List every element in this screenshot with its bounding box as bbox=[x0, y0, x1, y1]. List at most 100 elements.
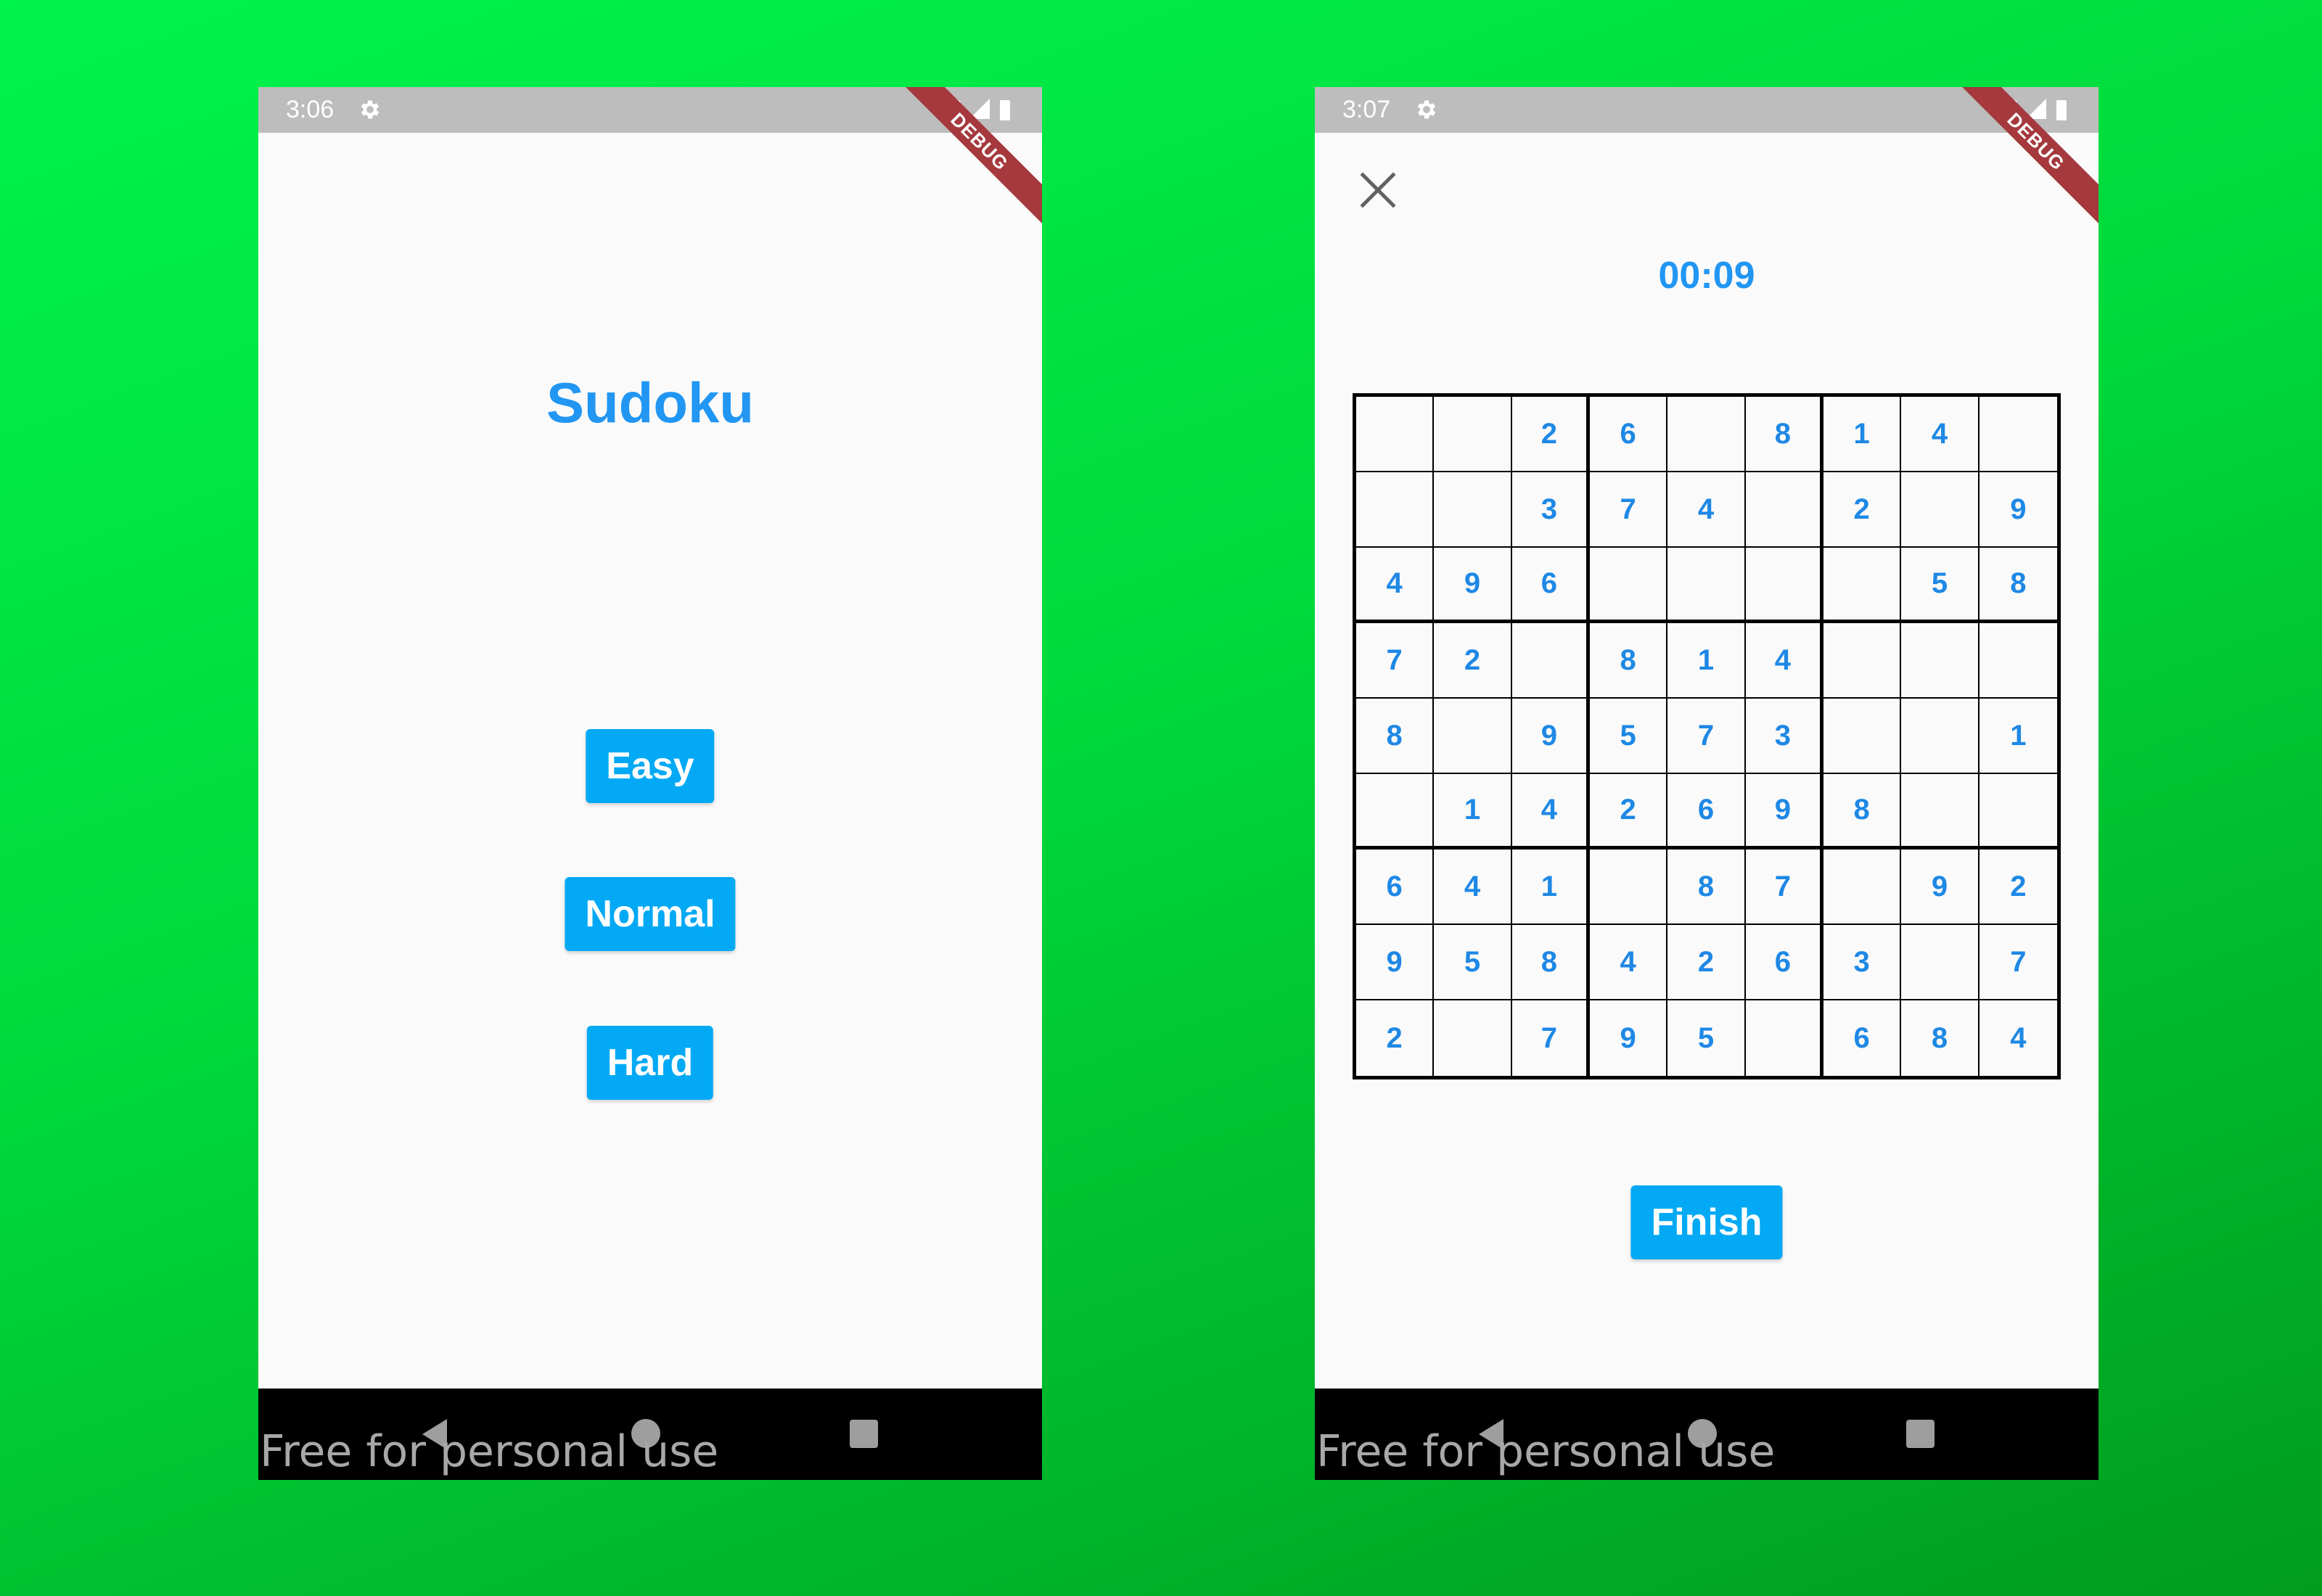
sudoku-cell[interactable] bbox=[1901, 472, 1980, 548]
sudoku-cell[interactable]: 9 bbox=[1511, 699, 1590, 774]
sudoku-cell[interactable]: 7 bbox=[1667, 699, 1746, 774]
sudoku-cell[interactable]: 9 bbox=[1356, 925, 1435, 1000]
sudoku-cell[interactable]: 1 bbox=[1511, 850, 1590, 925]
sudoku-cell[interactable] bbox=[1356, 472, 1435, 548]
sudoku-cell[interactable]: 7 bbox=[1356, 623, 1435, 699]
sudoku-cell[interactable] bbox=[1434, 472, 1512, 548]
sudoku-cell[interactable]: 6 bbox=[1356, 850, 1435, 925]
sudoku-cell[interactable] bbox=[1590, 850, 1668, 925]
sudoku-cell[interactable]: 4 bbox=[1434, 850, 1512, 925]
sudoku-cell[interactable] bbox=[1667, 548, 1746, 623]
sudoku-cell[interactable]: 3 bbox=[1823, 925, 1902, 1000]
sudoku-cell[interactable] bbox=[1746, 1000, 1823, 1076]
sudoku-cell[interactable]: 6 bbox=[1511, 548, 1590, 623]
navigation-bar: Free for personal use bbox=[258, 1389, 1042, 1480]
sudoku-cell[interactable] bbox=[1823, 548, 1902, 623]
sudoku-cell[interactable] bbox=[1823, 623, 1902, 699]
sudoku-cell[interactable]: 4 bbox=[1667, 472, 1746, 548]
sudoku-cell[interactable] bbox=[1901, 774, 1980, 850]
sudoku-cell[interactable]: 4 bbox=[1980, 1000, 2057, 1076]
close-icon[interactable] bbox=[1358, 170, 1398, 210]
sudoku-cell[interactable]: 6 bbox=[1667, 774, 1746, 850]
sudoku-cell[interactable]: 4 bbox=[1511, 774, 1590, 850]
sudoku-cell[interactable]: 6 bbox=[1590, 397, 1668, 472]
sudoku-cell[interactable]: 8 bbox=[1979, 548, 2057, 623]
sudoku-cell[interactable]: 2 bbox=[1667, 925, 1746, 1000]
sudoku-cell[interactable]: 8 bbox=[1901, 1000, 1980, 1076]
sudoku-cell[interactable] bbox=[1434, 699, 1512, 774]
sudoku-cell[interactable]: 8 bbox=[1823, 774, 1902, 850]
sudoku-cell[interactable]: 9 bbox=[1434, 548, 1512, 623]
sudoku-cell[interactable] bbox=[1356, 774, 1435, 850]
sudoku-cell[interactable] bbox=[1823, 850, 1902, 925]
sudoku-cell[interactable]: 5 bbox=[1901, 548, 1980, 623]
sudoku-cell[interactable]: 4 bbox=[1901, 397, 1980, 472]
sudoku-cell[interactable]: 1 bbox=[1667, 623, 1746, 699]
easy-button[interactable]: Easy bbox=[586, 729, 715, 803]
sudoku-cell[interactable]: 8 bbox=[1511, 925, 1590, 1000]
status-time: 3:06 bbox=[286, 96, 335, 123]
sudoku-cell[interactable] bbox=[1901, 699, 1980, 774]
sudoku-cell[interactable] bbox=[1356, 397, 1435, 472]
sudoku-cell[interactable]: 2 bbox=[1434, 623, 1512, 699]
sudoku-cell[interactable] bbox=[1745, 472, 1823, 548]
sudoku-cell[interactable]: 2 bbox=[1590, 774, 1668, 850]
sudoku-cell[interactable]: 2 bbox=[1511, 397, 1590, 472]
sudoku-cell[interactable]: 3 bbox=[1511, 472, 1590, 548]
sudoku-cell[interactable]: 6 bbox=[1823, 1000, 1902, 1076]
sudoku-cell[interactable] bbox=[1979, 774, 2057, 850]
sudoku-cell[interactable]: 8 bbox=[1590, 623, 1668, 699]
watermark-text: Free for personal use bbox=[1316, 1426, 1776, 1477]
sudoku-cell[interactable]: 5 bbox=[1434, 925, 1512, 1000]
game-screen: 3:07 DEBUG 00:09 26814374294965872814895… bbox=[1315, 87, 2099, 1480]
sudoku-cell[interactable]: 2 bbox=[1979, 850, 2057, 925]
sudoku-cell[interactable] bbox=[1823, 699, 1902, 774]
sudoku-cell[interactable]: 8 bbox=[1745, 397, 1823, 472]
sudoku-cell[interactable]: 1 bbox=[1434, 774, 1512, 850]
sudoku-cell[interactable]: 8 bbox=[1356, 699, 1435, 774]
sudoku-cell[interactable]: 9 bbox=[1979, 472, 2057, 548]
sudoku-cell[interactable] bbox=[1511, 623, 1590, 699]
sudoku-cell[interactable]: 5 bbox=[1590, 699, 1668, 774]
sudoku-cell[interactable] bbox=[1745, 548, 1823, 623]
sudoku-cell[interactable] bbox=[1434, 397, 1512, 472]
sudoku-cell[interactable]: 9 bbox=[1745, 774, 1823, 850]
sudoku-cell[interactable] bbox=[1979, 623, 2057, 699]
sudoku-cell[interactable]: 7 bbox=[1512, 1000, 1590, 1076]
sudoku-cell[interactable] bbox=[1979, 397, 2057, 472]
navigation-bar: Free for personal use bbox=[1315, 1389, 2099, 1480]
hard-button[interactable]: Hard bbox=[586, 1026, 714, 1100]
finish-button[interactable]: Finish bbox=[1630, 1185, 1783, 1259]
sudoku-cell[interactable] bbox=[1901, 925, 1980, 1000]
sudoku-cell[interactable]: 6 bbox=[1745, 925, 1823, 1000]
sudoku-cell[interactable] bbox=[1590, 548, 1668, 623]
sudoku-grid: 2681437429496587281489573114269864187929… bbox=[1353, 393, 2061, 1079]
recent-apps-square-icon[interactable] bbox=[1906, 1420, 1935, 1448]
sudoku-cell[interactable]: 4 bbox=[1356, 548, 1435, 623]
sudoku-cell[interactable]: 7 bbox=[1979, 925, 2057, 1000]
sudoku-cell[interactable] bbox=[1667, 397, 1746, 472]
sudoku-cell[interactable] bbox=[1434, 1000, 1512, 1076]
status-time: 3:07 bbox=[1342, 96, 1391, 123]
sudoku-cell[interactable]: 8 bbox=[1667, 850, 1746, 925]
sudoku-cell[interactable]: 9 bbox=[1590, 1000, 1668, 1076]
sudoku-cell[interactable]: 2 bbox=[1356, 1000, 1435, 1076]
sudoku-cell[interactable]: 9 bbox=[1901, 850, 1980, 925]
sudoku-cell[interactable]: 5 bbox=[1667, 1000, 1746, 1076]
watermark-text: Free for personal use bbox=[260, 1426, 719, 1477]
sudoku-cell[interactable]: 1 bbox=[1979, 699, 2057, 774]
sudoku-cell[interactable] bbox=[1901, 623, 1980, 699]
recent-apps-square-icon[interactable] bbox=[850, 1420, 878, 1448]
sudoku-cell[interactable]: 4 bbox=[1590, 925, 1668, 1000]
sudoku-cell[interactable]: 4 bbox=[1745, 623, 1823, 699]
sudoku-cell[interactable]: 7 bbox=[1745, 850, 1823, 925]
battery-icon bbox=[1000, 100, 1010, 120]
sudoku-cell[interactable]: 3 bbox=[1745, 699, 1823, 774]
sudoku-cell[interactable]: 2 bbox=[1823, 472, 1902, 548]
sudoku-cell[interactable]: 1 bbox=[1823, 397, 1902, 472]
settings-gear-icon bbox=[1417, 100, 1436, 119]
settings-gear-icon bbox=[361, 100, 380, 119]
normal-button[interactable]: Normal bbox=[565, 877, 736, 951]
sudoku-cell[interactable]: 7 bbox=[1590, 472, 1668, 548]
app-title: Sudoku bbox=[546, 371, 754, 435]
